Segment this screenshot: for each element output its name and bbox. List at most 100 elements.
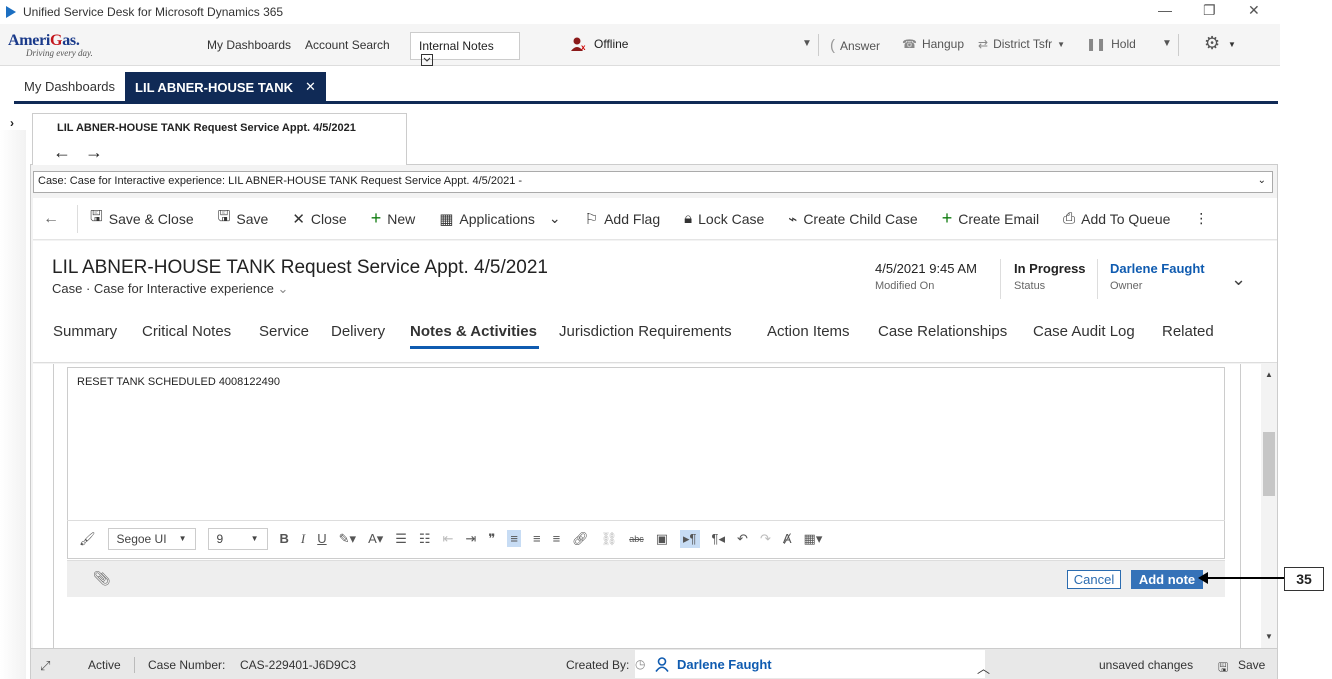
tab-jurisdiction-requirements[interactable]: Jurisdiction Requirements <box>559 323 732 340</box>
tab-notes-activities[interactable]: Notes & Activities <box>410 323 537 340</box>
decrease-indent-icon[interactable]: ⇤ <box>443 531 454 547</box>
create-child-case-button[interactable]: ⌁ Create Child Case <box>788 210 917 228</box>
more-commands-icon[interactable]: ⋮ <box>1194 210 1208 227</box>
tab-critical-notes[interactable]: Critical Notes <box>142 323 231 340</box>
quote-icon[interactable]: ❞ <box>488 531 495 547</box>
chevron-down-icon[interactable]: ⌄ <box>277 281 288 296</box>
strikethrough-icon[interactable]: abc <box>629 534 644 544</box>
internal-notes-button[interactable]: Internal Notes <box>410 32 520 66</box>
tab-action-items[interactable]: Action Items <box>767 323 850 340</box>
tab-summary[interactable]: Summary <box>53 323 117 340</box>
applications-button[interactable]: ▦ Applications ⌄ <box>439 210 560 228</box>
footer-save-icon[interactable]: 🖫 <box>1218 658 1228 679</box>
modified-on-field: 4/5/2021 9:45 AM Modified On <box>875 261 977 292</box>
restore-button[interactable]: ❐ <box>1203 2 1216 19</box>
ltr-icon[interactable]: ▸¶ <box>680 529 700 548</box>
minimize-button[interactable]: — <box>1158 2 1172 18</box>
back-icon[interactable]: ← <box>43 210 59 228</box>
chevron-up-icon[interactable]: ︿ <box>977 658 990 677</box>
answer-button[interactable]: ( Answer <box>830 37 880 54</box>
note-footer: 📎︎ Cancel Add note <box>67 560 1225 597</box>
format-painter-icon[interactable]: 🖌︎ <box>79 531 96 547</box>
active-tab-underline <box>410 346 539 349</box>
phone-answer-icon: ( <box>830 37 835 54</box>
created-by-field[interactable]: ◷ Darlene Faught <box>635 650 985 678</box>
font-family-select[interactable]: Segoe UI ▼ <box>107 527 196 550</box>
expand-header-chevron-icon[interactable]: ⌄ <box>1231 269 1246 290</box>
presence-status[interactable]: x Offline <box>570 37 628 51</box>
scroll-up-icon[interactable]: ▲ <box>1265 370 1273 379</box>
tab-my-dashboards[interactable]: My Dashboards <box>14 72 125 102</box>
left-panel <box>0 130 26 679</box>
link-icon[interactable]: 🔗︎ <box>572 531 589 547</box>
inner-tab-title: LIL ABNER-HOUSE TANK Request Service App… <box>57 122 356 134</box>
my-dashboards-link[interactable]: My Dashboards <box>207 38 291 52</box>
tab-case-audit-log[interactable]: Case Audit Log <box>1033 323 1135 340</box>
table-icon[interactable]: ▦▾ <box>804 531 823 547</box>
unsaved-changes-text: unsaved changes <box>1099 658 1194 672</box>
vertical-scrollbar[interactable]: ▲ ▼ <box>1261 364 1277 648</box>
account-search-link[interactable]: Account Search <box>305 38 390 52</box>
forward-arrow-icon[interactable]: → <box>85 142 117 162</box>
presence-dropdown-icon[interactable]: ▼ <box>802 38 812 49</box>
align-center-icon[interactable]: ≡ <box>533 531 541 546</box>
save-close-button[interactable]: 🖫 Save & Close <box>90 206 194 231</box>
chevron-down-icon: ⌄ <box>1257 175 1266 186</box>
lock-case-button[interactable]: 🔒︎ Lock Case <box>684 210 764 227</box>
highlight-color-icon[interactable]: ✎▾ <box>339 531 356 547</box>
tab-delivery[interactable]: Delivery <box>331 323 385 340</box>
hold-button[interactable]: ❚❚ Hold <box>1086 37 1136 51</box>
save-button[interactable]: 🖫 Save <box>218 206 269 231</box>
redo-icon[interactable]: ↷ <box>760 531 771 547</box>
italic-icon[interactable]: I <box>301 531 305 547</box>
inner-record-tab[interactable]: LIL ABNER-HOUSE TANK Request Service App… <box>32 113 407 165</box>
increase-indent-icon[interactable]: ⇥ <box>465 531 476 547</box>
underline-icon[interactable]: U <box>317 531 326 546</box>
numbered-list-icon[interactable]: ☷ <box>419 531 431 547</box>
font-size-select[interactable]: 9 ▼ <box>207 527 268 550</box>
hold-dropdown-icon[interactable]: ▼ <box>1162 38 1172 49</box>
gear-icon[interactable]: ⚙ <box>1204 33 1220 54</box>
close-icon[interactable]: ✕ <box>305 79 316 95</box>
font-color-icon[interactable]: A▾ <box>368 531 383 547</box>
create-email-button[interactable]: + Create Email <box>942 208 1039 229</box>
image-icon[interactable]: ▣ <box>656 531 668 547</box>
chevron-down-icon: ⌄ <box>548 210 561 226</box>
add-note-button[interactable]: Add note <box>1131 570 1203 589</box>
tab-case-relationships[interactable]: Case Relationships <box>878 323 1007 340</box>
rtl-icon[interactable]: ¶◂ <box>712 531 726 547</box>
new-button[interactable]: + New <box>371 208 416 229</box>
add-flag-button[interactable]: ⚐ Add Flag <box>585 210 661 228</box>
scroll-down-icon[interactable]: ▼ <box>1265 632 1273 641</box>
tab-related[interactable]: Related <box>1162 323 1214 340</box>
open-in-window-icon[interactable]: ⤢ <box>40 658 50 674</box>
expand-panel-chevron-icon[interactable]: › <box>10 116 14 130</box>
form-selector[interactable]: Case for Interactive experience <box>94 281 274 296</box>
tab-lil-abner-session[interactable]: LIL ABNER-HOUSE TANK ✕ <box>125 72 326 102</box>
note-text[interactable]: RESET TANK SCHEDULED 4008122490 <box>77 376 280 388</box>
scroll-thumb[interactable] <box>1263 432 1275 496</box>
created-by-name[interactable]: Darlene Faught <box>677 657 772 672</box>
align-right-icon[interactable]: ≡ <box>553 531 561 546</box>
cancel-button[interactable]: Cancel <box>1067 570 1121 589</box>
settings-dropdown-icon[interactable]: ▼ <box>1228 40 1236 49</box>
notes-dropdown-icon <box>421 54 433 66</box>
case-selector[interactable]: Case: Case for Interactive experience: L… <box>33 171 1273 193</box>
bold-icon[interactable]: B <box>280 531 289 546</box>
bullet-list-icon[interactable]: ☰ <box>395 531 407 547</box>
undo-icon[interactable]: ↶ <box>737 531 748 547</box>
footer-save-button[interactable]: Save <box>1238 658 1265 672</box>
unlink-icon[interactable]: ⛓ <box>601 531 618 547</box>
attachment-icon[interactable]: 📎︎ <box>93 570 111 587</box>
tab-service[interactable]: Service <box>259 323 309 340</box>
hangup-button[interactable]: ☎ Hangup <box>902 37 964 51</box>
add-to-queue-button[interactable]: ⎙ Add To Queue <box>1063 210 1170 227</box>
back-arrow-icon[interactable]: ← <box>53 142 85 162</box>
district-transfer-button[interactable]: ⇄ District Tsfr ▼ <box>978 37 1065 51</box>
close-window-button[interactable]: ✕ <box>1248 2 1260 19</box>
close-button[interactable]: ✕ Close <box>292 210 346 228</box>
owner-field[interactable]: Darlene Faught Owner <box>1110 261 1205 292</box>
align-left-icon[interactable]: ≡ <box>507 530 521 547</box>
clear-formatting-icon[interactable]: Ⱥ <box>783 531 792 546</box>
session-tab-underline <box>14 101 1278 104</box>
